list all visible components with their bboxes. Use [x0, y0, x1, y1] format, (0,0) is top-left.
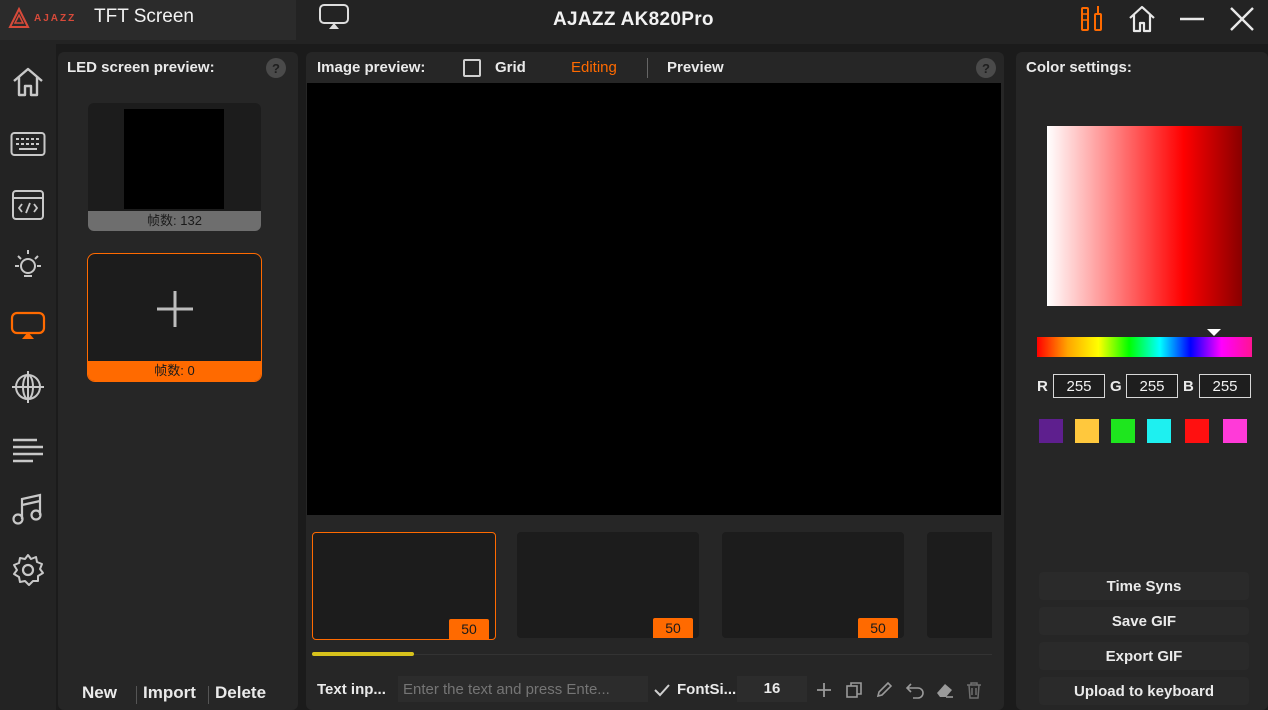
frame-scroll-track[interactable]	[312, 654, 992, 655]
save-gif-button[interactable]: Save GIF	[1039, 607, 1249, 635]
trash-icon[interactable]	[965, 681, 983, 704]
app-title: AJAZZ AK820Pro	[553, 9, 714, 30]
r-label: R	[1037, 378, 1048, 395]
swatch-pink[interactable]	[1223, 419, 1247, 443]
preview-tab[interactable]: Preview	[667, 59, 724, 76]
led-slot-2[interactable]: 帧数: 0	[87, 253, 262, 382]
nav-list-icon[interactable]	[8, 430, 48, 470]
frame-thumb-3[interactable]: 50	[722, 532, 904, 638]
tab-divider	[647, 58, 648, 78]
editing-tab[interactable]: Editing	[571, 59, 617, 76]
nav-tft-screen-icon[interactable]	[8, 306, 48, 346]
color-settings-title: Color settings:	[1026, 59, 1132, 76]
color-picker-area[interactable]	[1047, 126, 1242, 306]
delete-button[interactable]: Delete	[215, 683, 266, 703]
b-label: B	[1183, 378, 1194, 395]
nav-macro-icon[interactable]	[8, 185, 48, 225]
brand-name: AJAZZ	[34, 12, 77, 24]
frame-thumb-4[interactable]	[927, 532, 992, 638]
new-button[interactable]: New	[82, 683, 117, 703]
led-slot-2-frames: 帧数: 0	[88, 361, 261, 381]
brand-logo: AJAZZ	[8, 6, 78, 30]
image-help-icon[interactable]: ?	[976, 58, 996, 78]
upload-to-keyboard-button[interactable]: Upload to keyboard	[1039, 677, 1249, 705]
b-input[interactable]: 255	[1199, 374, 1251, 398]
pen-icon[interactable]	[875, 681, 893, 704]
frame-2-duration: 50	[653, 618, 693, 638]
add-icon[interactable]	[815, 681, 833, 704]
ajazz-logo-icon	[8, 7, 30, 28]
text-input-label: Text inp...	[317, 681, 386, 698]
section-title: TFT Screen	[94, 6, 194, 27]
nav-network-icon[interactable]	[8, 367, 48, 407]
grid-label[interactable]: Grid	[495, 59, 526, 76]
tools-icon[interactable]	[1076, 4, 1108, 34]
copy-icon[interactable]	[845, 681, 863, 704]
frame-thumb-1[interactable]: 50	[312, 532, 496, 640]
swatch-yellow[interactable]	[1075, 419, 1099, 443]
led-preview-title: LED screen preview:	[67, 59, 215, 76]
frame-3-duration: 50	[858, 618, 898, 638]
g-label: G	[1110, 378, 1122, 395]
divider	[208, 686, 209, 704]
time-sync-button[interactable]: Time Syns	[1039, 572, 1249, 600]
export-gif-button[interactable]: Export GIF	[1039, 642, 1249, 670]
swatch-purple[interactable]	[1039, 419, 1063, 443]
nav-lighting-icon[interactable]	[8, 245, 48, 285]
swatch-cyan[interactable]	[1147, 419, 1171, 443]
text-input[interactable]	[398, 676, 648, 702]
led-slot-1-image	[124, 109, 224, 209]
divider	[136, 686, 137, 704]
minimize-icon[interactable]	[1176, 4, 1208, 34]
close-icon[interactable]	[1226, 4, 1258, 34]
font-size-label: FontSi...	[677, 681, 737, 698]
screen-cast-icon[interactable]	[318, 2, 350, 32]
image-preview-title: Image preview:	[317, 59, 426, 76]
import-button[interactable]: Import	[143, 683, 196, 703]
led-slot-1-frames: 帧数: 132	[88, 211, 261, 231]
swatch-green[interactable]	[1111, 419, 1135, 443]
led-help-icon[interactable]: ?	[266, 58, 286, 78]
eraser-icon[interactable]	[935, 681, 955, 704]
nav-music-icon[interactable]	[8, 490, 48, 530]
frame-1-duration: 50	[449, 619, 489, 639]
add-frame-icon[interactable]	[155, 289, 195, 334]
hue-slider-handle[interactable]	[1207, 329, 1221, 336]
led-slot-1[interactable]: 帧数: 132	[88, 103, 261, 231]
swatch-red[interactable]	[1185, 419, 1209, 443]
nav-settings-icon[interactable]	[8, 550, 48, 590]
r-input[interactable]: 255	[1053, 374, 1105, 398]
nav-keyboard-icon[interactable]	[8, 124, 48, 164]
confirm-check-icon[interactable]	[652, 680, 672, 705]
image-canvas[interactable]	[307, 83, 1001, 515]
undo-icon[interactable]	[905, 681, 925, 704]
hue-slider[interactable]	[1037, 337, 1252, 357]
frame-thumb-2[interactable]: 50	[517, 532, 699, 638]
home-icon[interactable]	[1126, 4, 1158, 34]
nav-home-icon[interactable]	[8, 62, 48, 102]
font-size-input[interactable]: 16	[737, 676, 807, 702]
frame-scroll-thumb[interactable]	[312, 652, 414, 656]
grid-checkbox[interactable]	[463, 59, 481, 77]
g-input[interactable]: 255	[1126, 374, 1178, 398]
